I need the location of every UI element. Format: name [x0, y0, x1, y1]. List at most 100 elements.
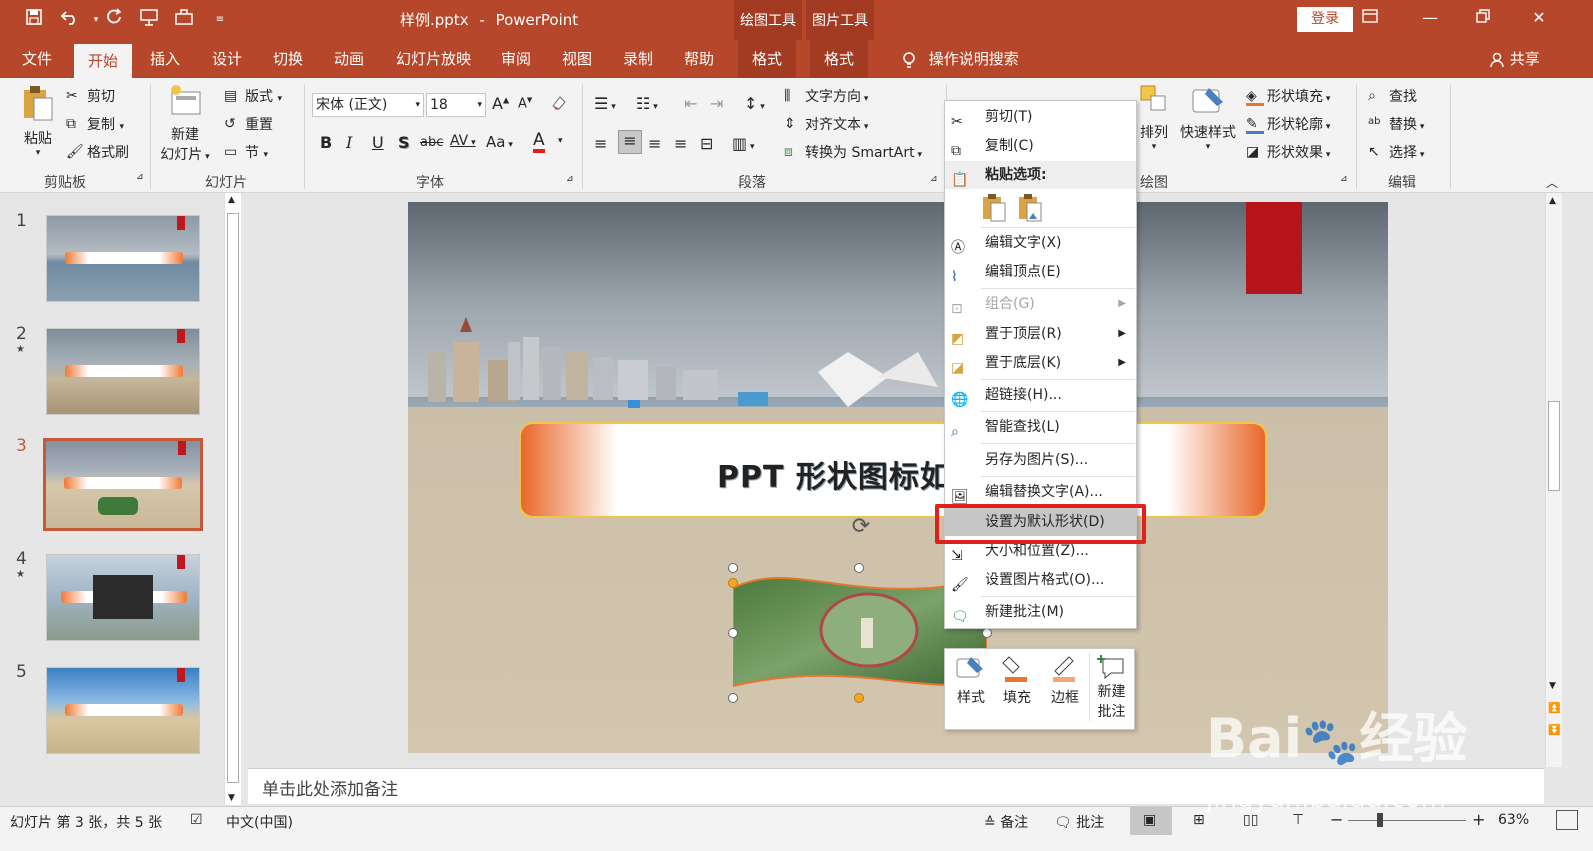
slide-sorter-icon[interactable]: ⊞ [1193, 812, 1205, 828]
decrease-indent-icon[interactable]: ⇤ [684, 94, 697, 113]
text-shadow-button[interactable]: S [398, 133, 410, 152]
scroll-up-icon[interactable]: ▲ [1549, 196, 1556, 206]
copy-button[interactable]: ⧉ 复制 ▾ [66, 114, 124, 134]
undo-icon[interactable] [58, 8, 82, 32]
menu-item-format-picture[interactable]: 🖌 设置图片格式(O)... [945, 566, 1136, 594]
slide-thumbnail-selected[interactable] [43, 438, 203, 531]
slide-scrollbar[interactable]: ▲ ▼ ⏫ ⏬ [1545, 193, 1562, 767]
previous-slide-icon[interactable]: ⏫ [1548, 703, 1560, 714]
border-button[interactable]: 边框 [1043, 653, 1087, 707]
menu-item-hyperlink[interactable]: 🌐 超链接(H)... [945, 381, 1136, 409]
resize-handle[interactable] [854, 563, 864, 573]
cut-button[interactable]: ✂ 剪切 [66, 86, 115, 106]
shape-outline-button[interactable]: ✎ 形状轮廓 ▾ [1246, 114, 1330, 134]
menu-item-edit-points[interactable]: ⌇ 编辑顶点(E) [945, 258, 1136, 286]
notes-pane[interactable]: 单击此处添加备注 [248, 768, 1544, 804]
grow-font-button[interactable]: A▲ [492, 94, 509, 113]
bold-button[interactable]: B [320, 133, 332, 152]
paste-button[interactable]: 粘贴 ▾ [18, 84, 58, 158]
new-comment-button[interactable]: 新建 批注 [1089, 653, 1133, 721]
find-button[interactable]: ⌕ 查找 [1368, 86, 1417, 106]
adjustment-handle[interactable] [854, 693, 864, 703]
align-left-icon[interactable]: ≡ [594, 134, 607, 153]
menu-item-cut[interactable]: ✂ 剪切(T) [945, 103, 1136, 131]
font-color-dropdown-icon[interactable]: ▾ [558, 136, 563, 146]
shape-fill-button[interactable]: ◈ 形状填充 ▾ [1246, 86, 1330, 106]
tab-view[interactable]: 视图 [548, 40, 606, 78]
next-slide-icon[interactable]: ⏬ [1548, 725, 1560, 736]
menu-item-new-comment[interactable]: 🗨 新建批注(M) [945, 598, 1136, 626]
tell-me-search[interactable]: 操作说明搜索 [888, 40, 1033, 78]
scroll-thumb[interactable] [227, 213, 239, 783]
strikethrough-button[interactable]: abc [420, 135, 443, 150]
rotate-handle-icon[interactable]: ⟳ [848, 514, 874, 540]
tab-review[interactable]: 审阅 [487, 40, 545, 78]
minimize-icon[interactable]: — [1415, 8, 1445, 27]
resize-handle[interactable] [982, 628, 992, 638]
share-button[interactable]: 共享 [1475, 40, 1554, 78]
resize-handle[interactable] [728, 628, 738, 638]
section-button[interactable]: ▭ 节 ▾ [224, 142, 268, 162]
align-center-icon[interactable]: ≡ [618, 130, 642, 154]
slide-title-text[interactable]: PPT 形状图标如何 [717, 452, 982, 496]
notes-toggle-button[interactable]: ≙ 备注 [984, 812, 1028, 832]
new-slide-button[interactable]: 新建 幻灯片 ▾ [160, 84, 210, 164]
scroll-down-icon[interactable]: ▼ [1549, 681, 1556, 691]
menu-item-send-to-back[interactable]: ◪ 置于底层(K) ▶ [945, 349, 1136, 377]
ribbon-display-options-icon[interactable] [1355, 8, 1385, 28]
scroll-up-icon[interactable]: ▲ [228, 195, 235, 205]
slide-thumbnail[interactable] [46, 215, 200, 302]
scroll-down-icon[interactable]: ▼ [228, 793, 235, 803]
replace-button[interactable]: ab 替换 ▾ [1368, 114, 1424, 134]
convert-smartart-button[interactable]: ⧈ 转换为 SmartArt ▾ [784, 142, 922, 162]
tab-help[interactable]: 帮助 [670, 40, 728, 78]
menu-item-save-as-picture[interactable]: 另存为图片(S)... [945, 446, 1136, 474]
reading-view-icon[interactable]: ▯▯ [1243, 812, 1258, 828]
menu-item-smart-lookup[interactable]: ⌕ 智能查找(L) [945, 413, 1136, 441]
zoom-slider[interactable] [1348, 820, 1466, 821]
fit-slide-icon[interactable] [1556, 810, 1578, 830]
slideshow-view-icon[interactable]: ⊤ [1292, 812, 1304, 828]
justify-icon[interactable]: ≡ [674, 134, 687, 153]
align-text-button[interactable]: ⇕ 对齐文本 ▾ [784, 114, 868, 134]
save-icon[interactable] [22, 8, 46, 32]
shrink-font-button[interactable]: A▼ [518, 96, 532, 111]
language-indicator[interactable]: 中文(中国) [226, 812, 293, 832]
format-painter-button[interactable]: 🖌 格式刷 [66, 142, 129, 162]
start-from-beginning-icon[interactable] [137, 8, 161, 32]
paragraph-launcher-icon[interactable]: ⊿ [930, 174, 938, 184]
tab-file[interactable]: 文件 [8, 40, 66, 78]
italic-button[interactable]: I [346, 133, 352, 152]
increase-indent-icon[interactable]: ⇥ [710, 94, 723, 113]
tab-design[interactable]: 设计 [198, 40, 256, 78]
customize-qat-icon[interactable]: ≡ [208, 8, 232, 32]
resize-handle[interactable] [728, 563, 738, 573]
clear-formatting-icon[interactable] [550, 94, 568, 116]
tab-transitions[interactable]: 切换 [259, 40, 317, 78]
close-icon[interactable]: ✕ [1524, 8, 1554, 27]
menu-item-copy[interactable]: ⧉ 复制(C) [945, 132, 1136, 160]
zoom-in-button[interactable]: + [1472, 810, 1485, 829]
tab-home[interactable]: 开始 [74, 44, 133, 78]
menu-item-edit-text[interactable]: Ⓐ 编辑文字(X) [945, 229, 1136, 257]
spelling-check-icon[interactable]: ☑ [190, 812, 203, 828]
collapse-ribbon-icon[interactable]: ︿ [1546, 174, 1558, 191]
bullets-icon[interactable]: ☰ ▾ [594, 94, 616, 113]
tab-format-drawing[interactable]: 格式 [738, 40, 797, 78]
tab-format-picture[interactable]: 格式 [810, 40, 869, 78]
font-size-select[interactable]: 18 ▾ [426, 93, 486, 117]
arrange-button[interactable]: 排列 ▾ [1136, 84, 1172, 152]
normal-view-button[interactable]: ▣ [1130, 807, 1172, 835]
resize-handle[interactable] [728, 693, 738, 703]
paste-option-picture-icon[interactable] [1017, 193, 1047, 223]
text-direction-button[interactable]: ⫼ 文字方向 ▾ [784, 86, 868, 106]
slide-thumbnail[interactable] [46, 554, 200, 641]
font-launcher-icon[interactable]: ⊿ [566, 174, 574, 184]
columns-icon[interactable]: ▥ ▾ [732, 134, 755, 153]
layout-button[interactable]: ▤ 版式 ▾ [224, 86, 282, 106]
title-banner-shape[interactable]: PPT 形状图标如何 [519, 422, 1267, 518]
comments-toggle-button[interactable]: 🗨 批注 [1054, 812, 1104, 832]
align-right-icon[interactable]: ≡ [648, 134, 661, 153]
zoom-level[interactable]: 63% [1498, 812, 1529, 828]
char-spacing-button[interactable]: AV ▾ [450, 133, 476, 149]
